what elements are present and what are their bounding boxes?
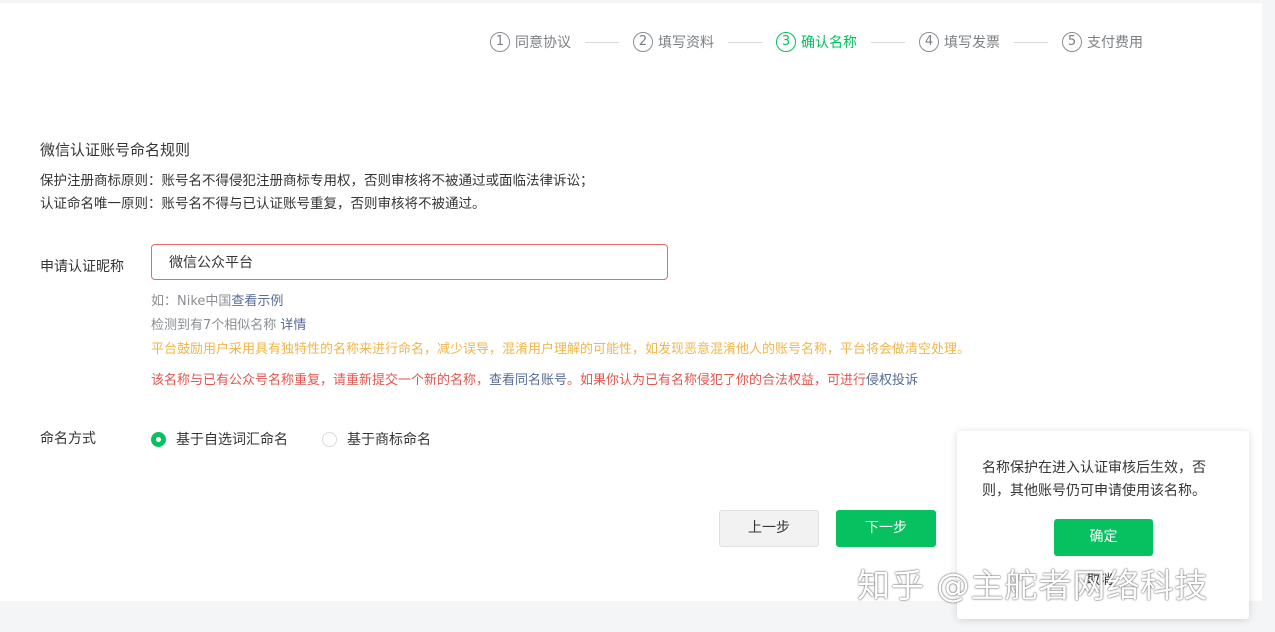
- example-text: 如：Nike中国: [151, 294, 232, 309]
- progress-steps: 1 同意协议 2 填写资料 3 确认名称 4 填写发票 5 支付费用: [490, 30, 1143, 54]
- view-example-link[interactable]: 查看示例: [231, 294, 283, 309]
- next-step-button[interactable]: 下一步: [836, 510, 936, 547]
- step-divider: [585, 41, 619, 43]
- radio-label: 基于自选词汇命名: [176, 432, 288, 448]
- step-number-icon: 2: [633, 32, 653, 52]
- duplicate-error-text-2: 。如果你认为已有名称侵犯了你的合法权益，可进行: [567, 373, 867, 388]
- similar-names-text: 检测到有7个相似名称: [151, 318, 277, 333]
- nickname-input[interactable]: [151, 244, 668, 280]
- confirm-button[interactable]: 确定: [1054, 519, 1153, 556]
- nickname-label: 申请认证昵称: [40, 259, 124, 275]
- step-number-icon: 5: [1062, 32, 1082, 52]
- naming-rules-title: 微信认证账号命名规则: [40, 141, 191, 159]
- zhihu-watermark: 知乎 @主舵者网络科技: [857, 566, 1209, 605]
- naming-method-label: 命名方式: [40, 431, 96, 447]
- step-number-icon: 4: [919, 32, 939, 52]
- radio-checked-icon[interactable]: [151, 431, 166, 447]
- radio-label: 基于商标命名: [347, 432, 431, 448]
- prev-step-button[interactable]: 上一步: [719, 510, 819, 547]
- step-label: 支付费用: [1087, 35, 1143, 51]
- step-number-icon: 1: [490, 32, 510, 52]
- step-divider: [871, 41, 905, 43]
- radio-unchecked-icon[interactable]: [322, 431, 337, 447]
- step-label: 同意协议: [515, 35, 571, 51]
- infringement-complaint-link[interactable]: 侵权投诉: [866, 373, 918, 388]
- radio-custom-words[interactable]: 基于自选词汇命名: [151, 429, 288, 449]
- popover-message: 名称保护在进入认证审核后生效，否则，其他账号仍可申请使用该名称。: [982, 460, 1206, 499]
- naming-method-radio-group: 基于自选词汇命名 基于商标命名: [151, 429, 465, 449]
- step-invoice: 4 填写发票: [919, 32, 1000, 52]
- step-payment: 5 支付费用: [1062, 32, 1143, 52]
- example-tip: 如：Nike中国查看示例: [151, 290, 283, 309]
- trademark-rule: 保护注册商标原则：账号名不得侵犯注册商标专用权，否则审核将不被通过或面临法律诉讼…: [40, 173, 594, 189]
- radio-trademark[interactable]: 基于商标命名: [322, 429, 431, 449]
- unique-name-rule: 认证命名唯一原则：账号名不得与已认证账号重复，否则审核将不被通过。: [40, 196, 486, 212]
- similar-details-link[interactable]: 详情: [280, 318, 306, 333]
- naming-encouragement-tip: 平台鼓励用户采用具有独特性的名称来进行命名，减少误导，混淆用户理解的可能性，如发…: [151, 342, 971, 357]
- step-number-icon: 3: [776, 32, 796, 52]
- step-divider: [1014, 41, 1048, 43]
- step-divider: [728, 41, 762, 43]
- step-label: 确认名称: [801, 35, 857, 51]
- step-fill-info: 2 填写资料: [633, 32, 714, 52]
- duplicate-name-error: 该名称与已有公众号名称重复，请重新提交一个新的名称，查看同名账号。如果你认为已有…: [151, 369, 918, 388]
- step-label: 填写资料: [658, 35, 714, 51]
- step-confirm-name: 3 确认名称: [776, 32, 857, 52]
- duplicate-error-text: 该名称与已有公众号名称重复，请重新提交一个新的名称，: [151, 373, 490, 388]
- step-agree: 1 同意协议: [490, 32, 571, 52]
- similar-names-tip: 检测到有7个相似名称 详情: [151, 314, 306, 333]
- view-same-name-accounts-link[interactable]: 查看同名账号: [489, 373, 567, 388]
- step-label: 填写发票: [944, 35, 1000, 51]
